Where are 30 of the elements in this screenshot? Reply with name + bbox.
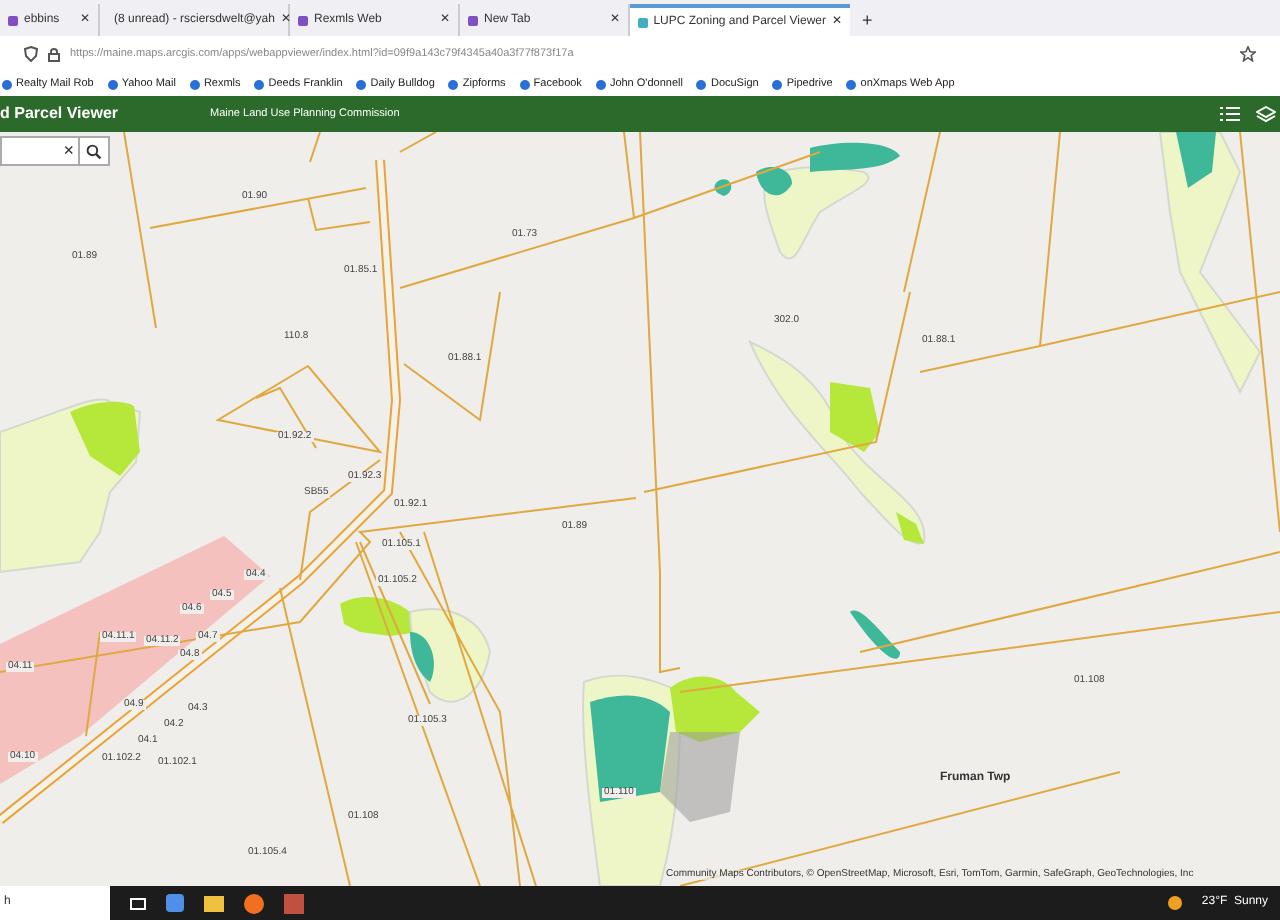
shield-icon <box>24 46 38 62</box>
tab-favicon-icon <box>638 17 648 27</box>
new-tab-button[interactable]: + <box>850 4 885 36</box>
tab-favicon-icon <box>468 15 478 25</box>
bookmark-favicon-icon <box>846 79 857 89</box>
bookmark-favicon-icon <box>696 79 707 89</box>
bookmark-favicon-icon <box>189 79 200 89</box>
tab-favicon-icon <box>298 15 308 25</box>
list-icon[interactable] <box>1220 106 1240 122</box>
bookmark-favicon-icon <box>448 79 459 89</box>
task-view-icon[interactable] <box>130 897 146 909</box>
folder-icon[interactable] <box>204 895 224 911</box>
layers-icon[interactable] <box>1256 105 1276 123</box>
bookmark-favicon-icon <box>356 79 367 89</box>
app-icon[interactable] <box>284 893 304 913</box>
bookmark-favicon-icon <box>519 79 530 89</box>
search-icon <box>86 143 102 159</box>
app-icon[interactable] <box>166 894 184 912</box>
bookmark-favicon-icon <box>2 79 12 89</box>
clear-button[interactable]: × <box>59 142 78 160</box>
bookmark-favicon-icon <box>772 79 783 89</box>
lock-icon <box>48 47 60 61</box>
bookmark-favicon-icon <box>107 79 118 89</box>
bookmark-favicon-icon <box>254 79 265 89</box>
app-title: d Parcel Viewer <box>0 102 120 126</box>
search-field[interactable]: × <box>0 136 110 166</box>
bookmark-favicon-icon <box>595 79 606 89</box>
tab-favicon-icon <box>8 15 18 25</box>
star-icon[interactable] <box>1240 46 1256 62</box>
sun-icon <box>1167 896 1182 910</box>
